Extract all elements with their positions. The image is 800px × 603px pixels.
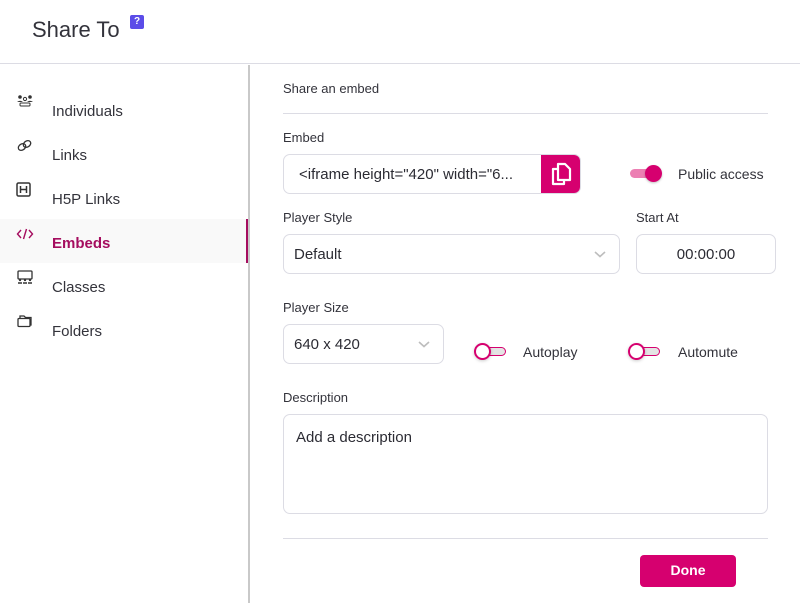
section-divider (283, 113, 768, 114)
start-at-label: Start At (636, 210, 679, 225)
embed-code-field[interactable]: <iframe height="420" width="6... (283, 154, 581, 194)
sidebar-item-label: Individuals (52, 103, 123, 120)
dialog-title: Share To (32, 17, 120, 42)
description-label: Description (283, 390, 349, 405)
sidebar-item-label: H5P Links (52, 191, 121, 208)
embed-label: Embed (283, 130, 325, 145)
player-size-label: Player Size (283, 300, 349, 315)
sidebar: Individuals Links H5P Links Embeds Class… (0, 65, 250, 603)
section-title: Share an embed (283, 81, 380, 96)
link-icon (16, 138, 34, 154)
toggle-knob (474, 343, 491, 360)
h5p-icon (16, 182, 34, 198)
classroom-icon (16, 270, 34, 286)
autoplay-toggle[interactable] (474, 342, 508, 362)
player-size-value: 640 x 420 (294, 336, 360, 353)
sidebar-item-label: Embeds (52, 235, 111, 252)
autoplay-label: Autoplay (523, 344, 578, 360)
dialog-header: Share To ? (0, 0, 800, 64)
folder-icon (16, 314, 34, 330)
player-size-select[interactable]: 640 x 420 (283, 324, 444, 364)
code-icon (16, 226, 34, 242)
sidebar-item-links[interactable]: Links (0, 131, 248, 175)
sidebar-item-folders[interactable]: Folders (0, 307, 248, 351)
public-access-toggle[interactable] (628, 164, 662, 184)
toggle-knob (628, 343, 645, 360)
sidebar-item-embeds[interactable]: Embeds (0, 219, 250, 263)
embed-code-text: <iframe height="420" width="6... (299, 166, 514, 183)
automute-toggle[interactable] (628, 342, 662, 362)
question-mark-icon[interactable]: ? (130, 15, 144, 29)
start-at-value: 00:00:00 (676, 246, 736, 263)
copy-button[interactable] (541, 155, 580, 193)
player-style-label: Player Style (283, 210, 353, 225)
player-style-value: Default (294, 246, 342, 263)
chevron-down-icon (594, 251, 606, 258)
sidebar-item-label: Classes (52, 279, 106, 296)
player-style-select[interactable]: Default (283, 234, 620, 274)
public-access-label: Public access (678, 166, 764, 182)
people-group-icon (16, 94, 34, 110)
done-button[interactable]: Done (640, 555, 736, 587)
toggle-knob (645, 165, 662, 182)
sidebar-item-classes[interactable]: Classes (0, 263, 248, 307)
chevron-down-icon (418, 341, 430, 348)
sidebar-item-individuals[interactable]: Individuals (0, 87, 248, 131)
sidebar-item-label: Links (52, 147, 88, 164)
sidebar-divider (248, 65, 250, 603)
sidebar-item-label: Folders (52, 323, 103, 340)
description-placeholder: Add a description (296, 429, 412, 446)
copy-icon (551, 162, 572, 186)
description-textarea[interactable]: Add a description (283, 414, 768, 514)
footer-divider (283, 538, 768, 539)
sidebar-item-h5p-links[interactable]: H5P Links (0, 175, 248, 219)
start-at-input[interactable]: 00:00:00 (636, 234, 776, 274)
automute-label: Automute (678, 344, 738, 360)
